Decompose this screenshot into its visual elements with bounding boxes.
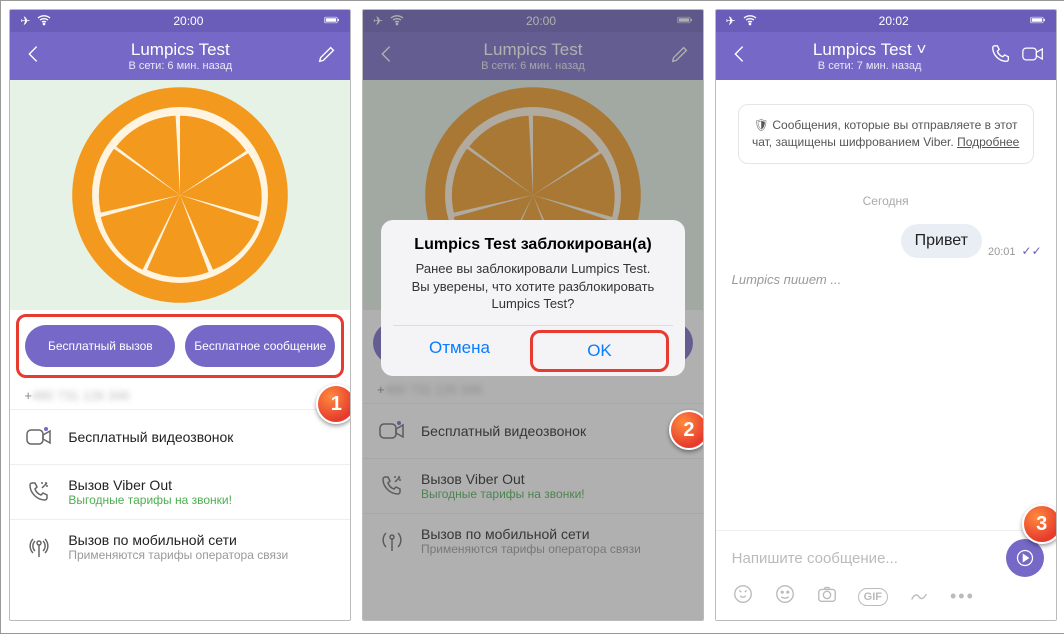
back-icon[interactable] (22, 43, 44, 70)
list-item-label: Бесплатный видеозвонок (68, 429, 233, 445)
chat-title: Lumpics Test (54, 40, 306, 60)
gif-icon[interactable]: GIF (858, 588, 888, 606)
ok-highlight: OK (530, 330, 669, 372)
list-item-sub: Применяются тарифы оператора связи (68, 548, 288, 562)
header: Lumpics Test В сети: 6 мин. назад (10, 32, 350, 80)
shield-icon: 🛡 (754, 118, 773, 132)
screen-2: ✈ 20:00 Lumpics TestВ сети: 6 мин. назад… (362, 9, 704, 621)
typing-indicator: Lumpics пишет ... (730, 268, 1042, 291)
chat-title[interactable]: Lumpics Test ˅ (760, 40, 980, 60)
date-separator: Сегодня (730, 194, 1042, 208)
phone-number: +480 731 126 346 (10, 382, 350, 409)
learn-more-link[interactable]: Подробнее (957, 135, 1019, 149)
step-badge-2: 2 (669, 410, 704, 450)
step-badge-3: 3 (1022, 504, 1057, 544)
alert-ok-button[interactable]: OK (557, 333, 642, 369)
video-call-icon[interactable] (1022, 43, 1044, 70)
screen-1: ✈ 20:00 Lumpics Test В сети: 6 мин. наза… (9, 9, 351, 621)
battery-icon (324, 12, 340, 31)
back-icon[interactable] (728, 43, 750, 70)
list-item-label: Вызов Viber Out (68, 477, 232, 493)
encryption-notice: 🛡 Сообщения, которые вы отправляете в эт… (738, 104, 1034, 164)
free-call-button[interactable]: Бесплатный вызов (25, 325, 175, 367)
viber-out-item[interactable]: Вызов Viber OutВыгодные тарифы на звонки… (10, 464, 350, 519)
emoji-icon[interactable] (774, 583, 796, 610)
profile-picture (10, 80, 350, 310)
doodle-icon[interactable] (908, 583, 930, 610)
free-message-button[interactable]: Бесплатное сообщение (185, 325, 335, 367)
cellular-icon (24, 532, 54, 562)
wifi-icon (36, 12, 52, 31)
header: Lumpics Test ˅В сети: 7 мин. назад (716, 32, 1056, 80)
airplane-icon: ✈ (726, 14, 736, 28)
list-item-sub: Выгодные тарифы на звонки! (68, 493, 232, 507)
chat-area: 🛡 Сообщения, которые вы отправляете в эт… (716, 80, 1056, 530)
last-seen: В сети: 7 мин. назад (760, 60, 980, 72)
message-time: 20:01 (988, 246, 1016, 258)
status-bar: ✈ 20:00 (10, 10, 350, 32)
clock: 20:00 (173, 14, 203, 28)
buttons-highlight: Бесплатный вызов Бесплатное сообщение (16, 314, 344, 378)
more-icon[interactable]: ••• (950, 586, 975, 607)
list-item-label: Вызов по мобильной сети (68, 532, 288, 548)
outgoing-message: Привет 20:01 ✓✓ (901, 224, 1042, 258)
input-bar: Напишите сообщение... GIF ••• (716, 530, 1056, 620)
message-input[interactable]: Напишите сообщение... (728, 542, 998, 575)
video-icon (24, 422, 54, 452)
camera-icon[interactable] (816, 583, 838, 610)
cellular-call-item[interactable]: Вызов по мобильной сетиПрименяются тариф… (10, 519, 350, 574)
last-seen: В сети: 6 мин. назад (54, 60, 306, 72)
voice-call-icon[interactable] (990, 43, 1012, 70)
unblock-alert: Lumpics Test заблокирован(а) Ранее вы за… (381, 220, 685, 376)
alert-title: Lumpics Test заблокирован(а) (393, 236, 673, 254)
clock: 20:02 (879, 14, 909, 28)
battery-icon (1030, 12, 1046, 31)
sticker-icon[interactable] (732, 583, 754, 610)
wifi-icon (742, 12, 758, 31)
step-badge-1: 1 (316, 384, 351, 424)
alert-cancel-button[interactable]: Отмена (393, 326, 526, 376)
read-ticks-icon: ✓✓ (1022, 244, 1042, 258)
video-call-item[interactable]: Бесплатный видеозвонок (10, 409, 350, 464)
voice-message-button[interactable] (1006, 539, 1044, 577)
screen-3: ✈ 20:02 Lumpics Test ˅В сети: 7 мин. наз… (715, 9, 1057, 621)
message-bubble: Привет (901, 224, 982, 258)
status-bar: ✈ 20:02 (716, 10, 1056, 32)
edit-icon[interactable] (316, 43, 338, 70)
alert-body: Ранее вы заблокировали Lumpics Test. Вы … (393, 260, 673, 313)
airplane-icon: ✈ (20, 14, 30, 28)
viber-out-icon (24, 477, 54, 507)
